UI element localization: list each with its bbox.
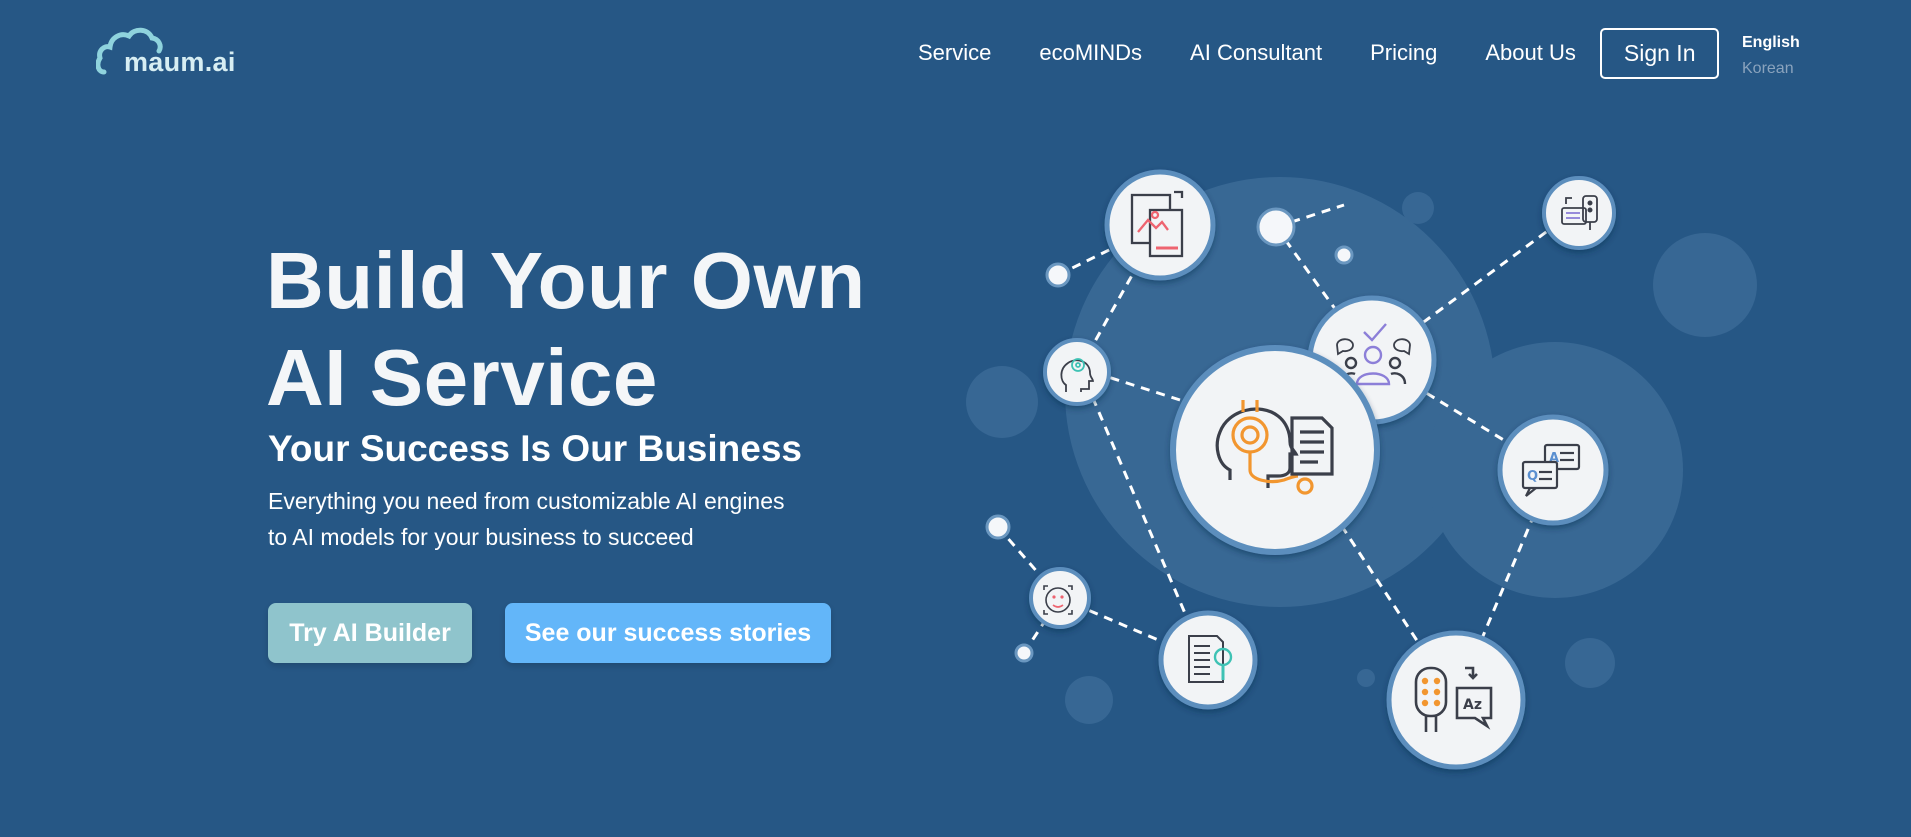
svg-text:Az: Az [1463,697,1482,713]
nav-pricing[interactable]: Pricing [1370,40,1437,66]
nav-ecominds[interactable]: ecoMINDs [1039,40,1142,66]
subtitle-bold-business: Business [637,428,802,469]
nav-service[interactable]: Service [918,40,991,66]
language-switcher: English Korean [1742,30,1800,82]
hero-description: Everything you need from customizable AI… [268,483,785,555]
try-ai-builder-button[interactable]: Try AI Builder [268,603,472,663]
logo-text: maum.ai [124,47,236,77]
subtitle-bold-success: Success [359,428,510,469]
hero-title-line1: Build Your Own [266,236,866,325]
hero-description-line2: to AI models for your business to succee… [268,524,694,550]
nav-ai-consultant[interactable]: AI Consultant [1190,40,1322,66]
node-headset-ai-head [1170,345,1380,555]
main-nav: Service ecoMINDs AI Consultant Pricing A… [880,27,1720,79]
svg-text:Q: Q [1527,469,1538,484]
language-korean[interactable]: Korean [1742,56,1800,82]
hero-title-line2: AI Service [266,333,658,422]
language-english[interactable]: English [1742,30,1800,56]
subtitle-text-2: Is Our [510,428,638,469]
nav-about-us[interactable]: About Us [1485,40,1576,66]
hero-title: Build Your Own AI Service [266,232,866,426]
maum-logo[interactable]: maum.ai [96,18,236,78]
subtitle-text-1: Your [268,428,360,469]
hero-subtitle: Your Success Is Our Business [268,428,802,470]
node-face-recognition [1029,567,1091,629]
ai-network-illustration: A Q Az [966,169,1757,770]
sign-in-button[interactable]: Sign In [1599,27,1720,79]
hero-description-line1: Everything you need from customizable AI… [268,488,785,514]
success-stories-button[interactable]: See our success stories [505,603,831,663]
node-brain-head [1043,338,1111,406]
